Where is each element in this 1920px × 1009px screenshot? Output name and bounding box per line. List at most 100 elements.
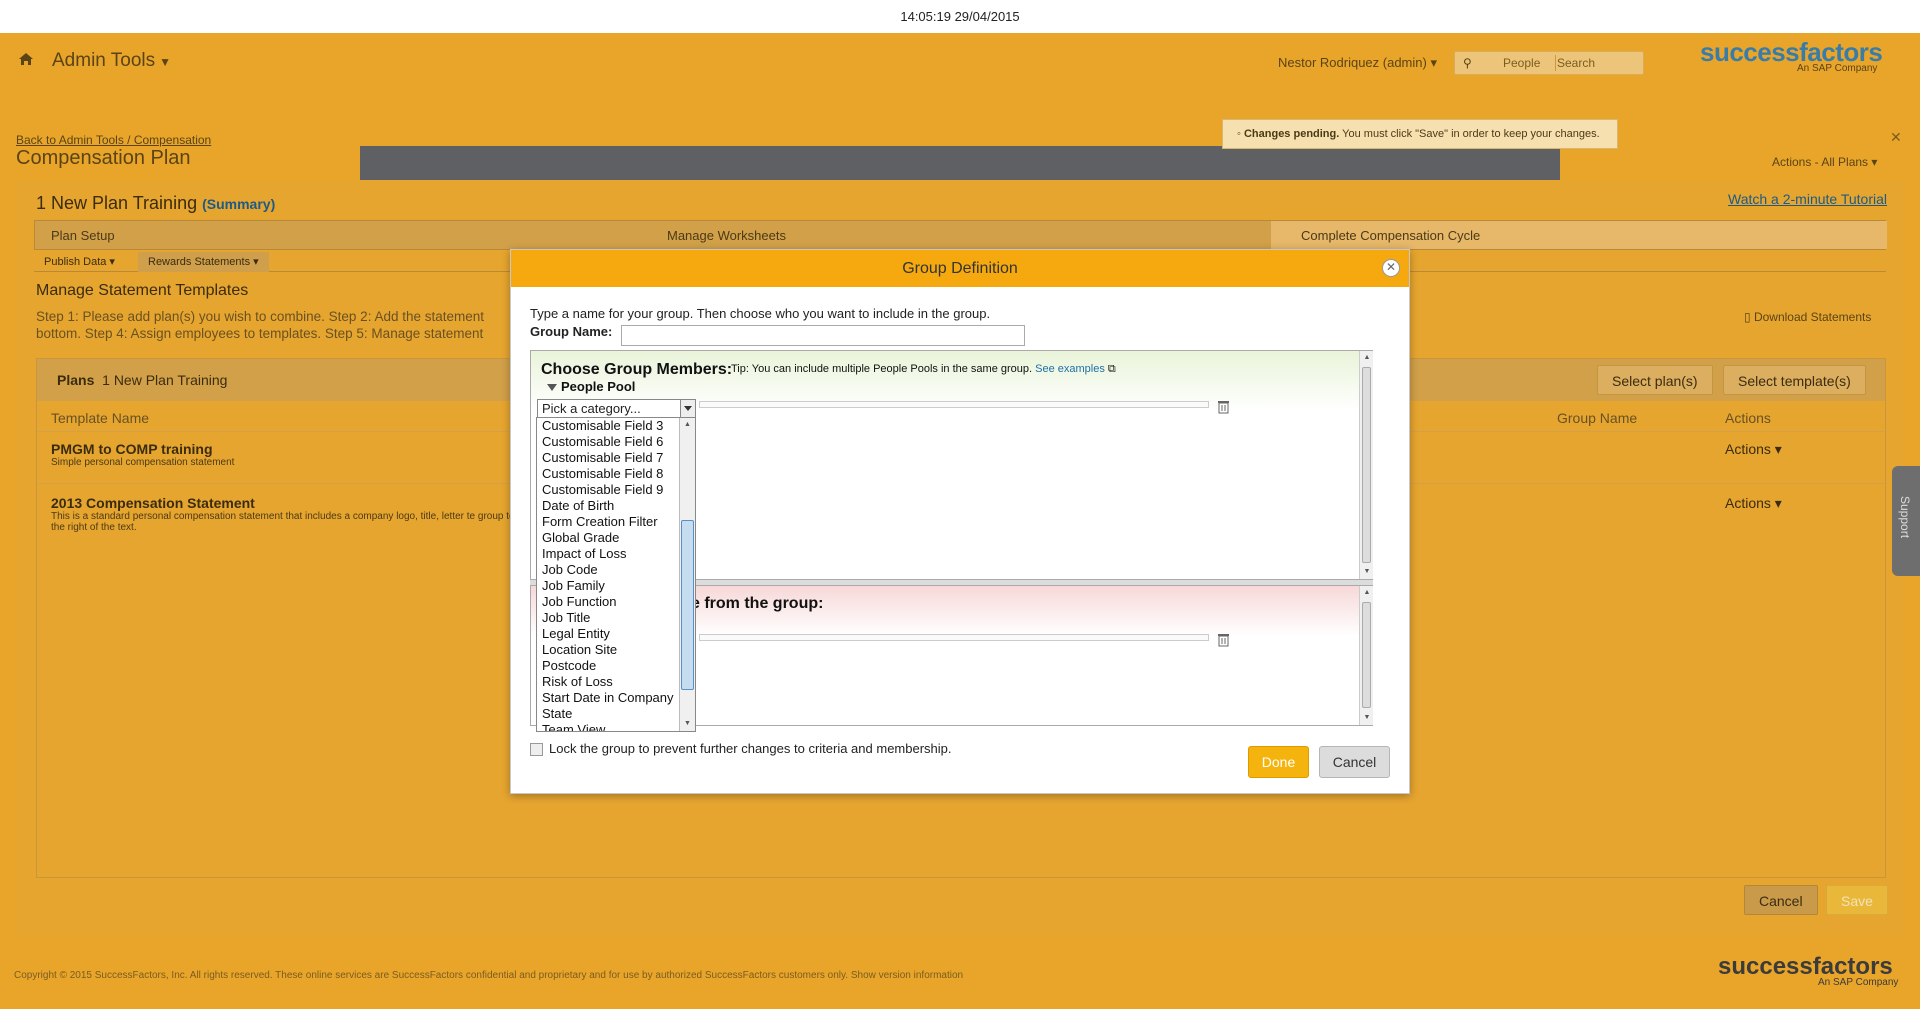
category-option[interactable]: Customisable Field 9	[537, 482, 677, 498]
breadcrumb[interactable]: Back to Admin Tools / Compensation	[16, 133, 211, 147]
category-option[interactable]: Legal Entity	[537, 626, 677, 642]
changes-pending-banner: ◦ Changes pending. You must click "Save"…	[1222, 119, 1618, 149]
section-title: Manage Statement Templates	[36, 282, 249, 299]
chevron-down-icon[interactable]	[680, 400, 695, 417]
criteria-field[interactable]	[699, 401, 1209, 408]
system-clock: 14:05:19 29/04/2015	[0, 0, 1920, 33]
people-pool-header[interactable]: People Pool	[547, 379, 635, 394]
category-dropdown-list[interactable]: Customisable Field 3 Customisable Field …	[536, 417, 696, 732]
scroll-up-icon: ▲	[684, 421, 691, 428]
template-desc: This is a standard personal compensation…	[51, 511, 515, 533]
see-examples-link[interactable]: See examples	[1035, 363, 1105, 375]
footer-logo-subtitle: An SAP Company	[1818, 977, 1899, 988]
category-option[interactable]: Form Creation Filter	[537, 514, 677, 530]
category-option[interactable]: Customisable Field 6	[537, 434, 677, 450]
category-option[interactable]: Team View	[537, 722, 677, 731]
trash-icon[interactable]	[1217, 400, 1230, 414]
category-option[interactable]: Customisable Field 7	[537, 450, 677, 466]
chevron-down-icon: ▼	[159, 55, 172, 69]
select-plans-button[interactable]: Select plan(s)	[1597, 365, 1713, 395]
category-option[interactable]: Customisable Field 8	[537, 466, 677, 482]
step-complete-cycle[interactable]: Complete Compensation Cycle	[1301, 228, 1480, 243]
tab-publish-data[interactable]: Publish Data ▾	[34, 252, 125, 272]
row-actions-menu[interactable]: Actions ▾	[1725, 441, 1782, 458]
lock-group-row: Lock the group to prevent further change…	[530, 741, 952, 757]
summary-link[interactable]: (Summary)	[202, 196, 275, 212]
row-actions-menu[interactable]: Actions ▾	[1725, 495, 1782, 512]
template-title: 2013 Compensation Statement	[51, 495, 255, 511]
scroll-down-icon: ▼	[1363, 568, 1371, 575]
plan-steps: Plan Setup Manage Worksheets Complete Co…	[34, 220, 1887, 250]
tab-rewards-statements[interactable]: Rewards Statements ▾	[138, 252, 269, 272]
category-option[interactable]: Job Code	[537, 562, 677, 578]
admin-tools-menu[interactable]: Admin Tools ▼	[52, 50, 171, 72]
step-manage-worksheets[interactable]: Manage Worksheets	[667, 228, 786, 243]
category-option[interactable]: Job Family	[537, 578, 677, 594]
scroll-up-icon: ▲	[1363, 589, 1371, 596]
category-option[interactable]: Postcode	[537, 658, 677, 674]
chevron-down-icon: ▾	[1430, 55, 1437, 70]
select-templates-button[interactable]: Select template(s)	[1723, 365, 1866, 395]
external-link-icon: ⧉	[1107, 363, 1116, 375]
category-option[interactable]: Impact of Loss	[537, 546, 677, 562]
trash-icon[interactable]	[1217, 633, 1230, 647]
collapse-triangle-icon	[547, 384, 557, 392]
group-name-label: Group Name:	[530, 324, 613, 339]
group-definition-dialog: Group Definition ✕ Type a name for your …	[510, 249, 1410, 794]
include-tip: Tip: You can include multiple People Poo…	[731, 363, 1116, 375]
search-icon: ⚲	[1463, 56, 1472, 70]
exclude-scrollbar[interactable]: ▲ ▼	[1359, 586, 1373, 725]
close-icon[interactable]: ✕	[1382, 259, 1400, 277]
category-option[interactable]: Date of Birth	[537, 498, 677, 514]
category-option[interactable]: State	[537, 706, 677, 722]
dialog-intro: Type a name for your group. Then choose …	[530, 306, 991, 321]
search-input[interactable]: Search	[1557, 56, 1595, 70]
lock-label: Lock the group to prevent further change…	[549, 741, 952, 756]
actions-all-plans-menu[interactable]: Actions - All Plans ▾	[1772, 155, 1877, 169]
lock-checkbox[interactable]	[530, 743, 543, 757]
info-icon: ◦	[1237, 128, 1244, 140]
category-select[interactable]: Pick a category...	[537, 399, 696, 418]
exclude-title: e from the group:	[691, 595, 824, 612]
footer-copyright: Copyright © 2015 SuccessFactors, Inc. Al…	[14, 970, 964, 981]
download-statements-link[interactable]: ▯ Download Statements	[1744, 310, 1871, 324]
header-strip	[360, 146, 1560, 180]
people-search[interactable]: ⚲ People Search	[1454, 51, 1644, 75]
user-menu[interactable]: Nestor Rodriquez (admin) ▾	[1278, 55, 1437, 71]
close-icon[interactable]: ✕	[1890, 129, 1902, 146]
column-template-name: Template Name	[51, 410, 150, 426]
tutorial-link[interactable]: Watch a 2-minute Tutorial	[1728, 191, 1887, 207]
category-option[interactable]: Start Date in Company	[537, 690, 677, 706]
category-option[interactable]: Global Grade	[537, 530, 677, 546]
logo-subtitle: An SAP Company	[1797, 63, 1878, 74]
category-option[interactable]: Job Function	[537, 594, 677, 610]
exclude-criteria-field[interactable]	[699, 634, 1209, 641]
dropdown-scrollbar[interactable]: ▲ ▼	[679, 418, 695, 731]
category-option[interactable]: Risk of Loss	[537, 674, 677, 690]
include-scrollbar[interactable]: ▲ ▼	[1359, 351, 1373, 579]
save-button[interactable]: Save	[1826, 885, 1888, 915]
column-group-name: Group Name	[1557, 410, 1638, 426]
dialog-title: Group Definition	[511, 250, 1409, 287]
page-title: Compensation Plan	[16, 147, 191, 169]
home-icon[interactable]	[18, 51, 34, 67]
scroll-down-icon: ▼	[1363, 714, 1371, 721]
group-name-input[interactable]	[621, 325, 1025, 346]
scroll-down-icon: ▼	[684, 720, 691, 727]
template-desc: Simple personal compensation statement	[51, 457, 235, 468]
template-title: PMGM to COMP training	[51, 441, 213, 457]
document-icon: ▯	[1744, 310, 1751, 324]
instructions: Step 1: Please add plan(s) you wish to c…	[36, 309, 485, 341]
category-option[interactable]: Customisable Field 3	[537, 418, 677, 434]
support-tab[interactable]: Support	[1892, 466, 1920, 576]
include-title: Choose Group Members:	[541, 361, 733, 378]
cancel-button[interactable]: Cancel	[1744, 885, 1818, 915]
step-plan-setup[interactable]: Plan Setup	[51, 228, 115, 243]
category-option[interactable]: Job Title	[537, 610, 677, 626]
scroll-up-icon: ▲	[1363, 354, 1371, 361]
cancel-button[interactable]: Cancel	[1319, 746, 1390, 778]
category-option[interactable]: Location Site	[537, 642, 677, 658]
plan-name: 1 New Plan Training (Summary)	[36, 193, 276, 213]
search-scope[interactable]: People	[1503, 56, 1540, 70]
done-button[interactable]: Done	[1248, 746, 1309, 778]
